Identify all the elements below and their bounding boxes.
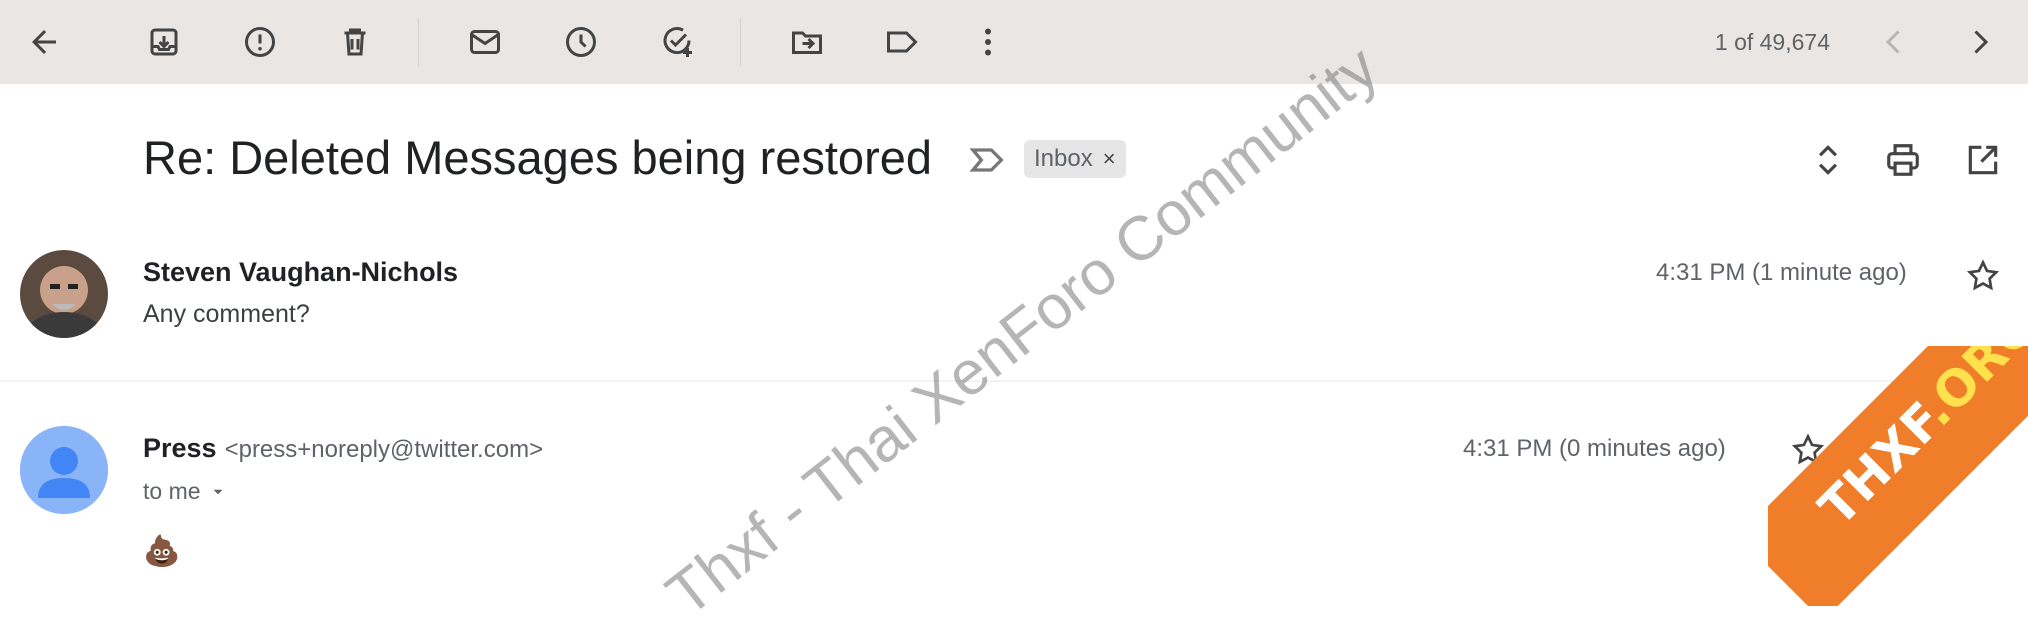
expand-all-button[interactable] — [1800, 132, 1856, 188]
pagination-count: 1 of 49,674 — [1714, 29, 1830, 55]
open-in-new-icon — [1968, 145, 1998, 175]
label-icon — [887, 31, 918, 53]
print-button[interactable] — [1875, 132, 1931, 188]
more-vert-icon — [985, 28, 991, 56]
toolbar-separator — [418, 18, 419, 66]
sender-name-line: Press <press+noreply@twitter.com> — [143, 433, 543, 464]
message-timestamp: 4:31 PM (1 minute ago) — [1656, 259, 1907, 286]
message-timestamp: 4:31 PM (0 minutes ago) — [1463, 435, 1726, 462]
report-spam-button[interactable] — [228, 10, 292, 74]
mark-unread-button[interactable] — [453, 10, 517, 74]
delete-button[interactable] — [323, 10, 387, 74]
dropdown-arrow-icon — [213, 489, 223, 494]
move-to-icon — [792, 31, 822, 54]
add-task-icon — [663, 27, 692, 57]
snooze-button[interactable] — [549, 10, 613, 74]
sender-name[interactable]: Steven Vaughan-Nichols — [143, 257, 458, 288]
sender-name[interactable]: Press — [143, 433, 217, 463]
star-button[interactable] — [1957, 250, 2009, 302]
important-marker-icon[interactable] — [968, 140, 1008, 180]
delete-icon — [344, 28, 366, 56]
print-icon — [1887, 144, 1919, 176]
label-button[interactable] — [870, 10, 934, 74]
star-icon — [1966, 259, 2000, 291]
archive-icon — [150, 28, 178, 56]
avatar-photo-icon — [20, 250, 108, 338]
chip-label: Inbox — [1034, 145, 1093, 172]
default-person-icon — [20, 426, 108, 514]
sender-email: <press+noreply@twitter.com> — [224, 436, 544, 463]
add-task-button[interactable] — [645, 10, 709, 74]
message-snippet[interactable]: Any comment? — [143, 300, 310, 329]
remove-label-button[interactable]: × — [1103, 146, 1116, 172]
newer-button[interactable] — [1862, 10, 1926, 74]
back-button[interactable] — [12, 10, 76, 74]
report-spam-icon — [245, 27, 275, 57]
recipient-label: to me — [143, 478, 201, 504]
open-new-window-button[interactable] — [1955, 132, 2011, 188]
back-arrow-icon — [32, 30, 56, 54]
toolbar-separator — [740, 18, 741, 66]
inbox-label-chip: Inbox × — [1024, 140, 1126, 178]
chevron-right-icon — [1974, 30, 1989, 54]
sender-avatar[interactable] — [20, 426, 108, 514]
unfold-icon — [1818, 145, 1838, 175]
snooze-icon — [566, 27, 596, 57]
recipient-details-toggle[interactable]: to me — [143, 478, 227, 505]
message-body: 💩 — [143, 535, 181, 568]
older-button[interactable] — [1948, 10, 2012, 74]
chevron-left-icon — [1885, 30, 1900, 54]
move-to-button[interactable] — [775, 10, 839, 74]
mark-unread-icon — [470, 30, 500, 54]
more-options-button[interactable] — [956, 10, 1020, 74]
archive-button[interactable] — [132, 10, 196, 74]
message-divider — [0, 380, 2028, 382]
watermark-text: Thxf - Thai XenForo Community — [654, 33, 1391, 630]
email-subject: Re: Deleted Messages being restored — [143, 131, 932, 184]
site-badge: THXF.ORG — [1768, 346, 2028, 606]
email-toolbar: 1 of 49,674 — [0, 0, 2028, 84]
sender-avatar[interactable] — [20, 250, 108, 338]
